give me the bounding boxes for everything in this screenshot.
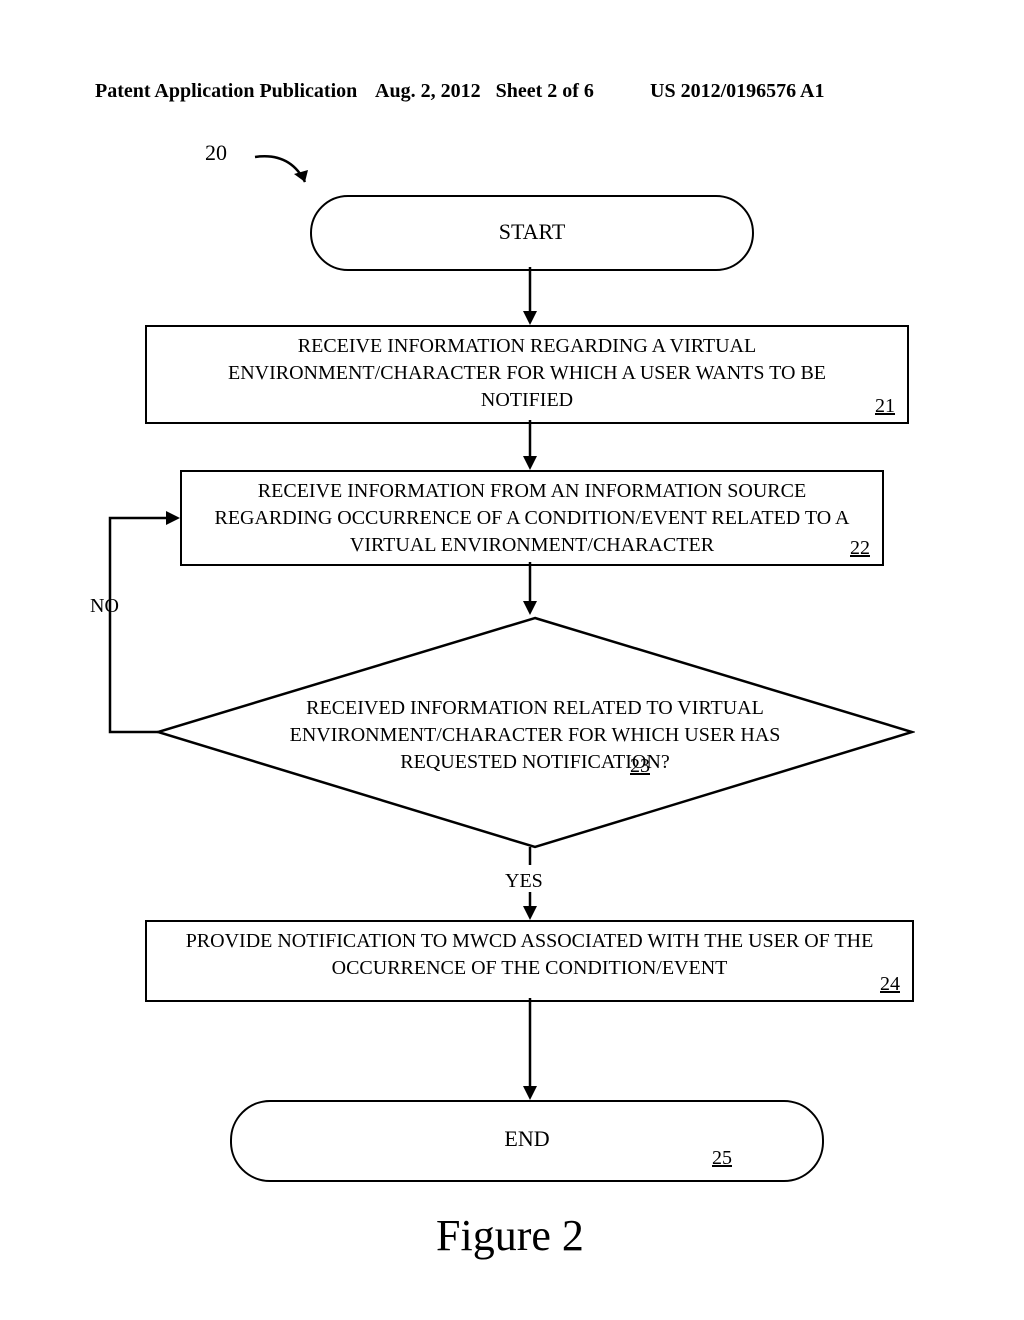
arrow-no-loopback	[100, 510, 190, 740]
step21-line1: RECEIVE INFORMATION REGARDING A VIRTUAL	[298, 335, 756, 357]
page: Patent Application Publication Aug. 2, 2…	[0, 0, 1024, 1320]
decision-23: RECEIVED INFORMATION RELATED TO VIRTUAL …	[155, 615, 915, 850]
start-terminal: START	[310, 195, 754, 271]
decision23-line2: ENVIRONMENT/CHARACTER FOR WHICH USER HAS	[290, 724, 781, 746]
step22-line3: VIRTUAL ENVIRONMENT/CHARACTER	[350, 534, 714, 556]
arrow-22-to-23	[520, 562, 540, 617]
step22-text: RECEIVE INFORMATION FROM AN INFORMATION …	[182, 472, 882, 559]
ref-arrow-icon	[250, 152, 310, 192]
start-label: START	[312, 219, 752, 245]
header-date: Aug. 2, 2012	[375, 80, 481, 102]
step24-line1: PROVIDE NOTIFICATION TO MWCD ASSOCIATED …	[186, 930, 874, 952]
decision23-number: 23	[630, 755, 650, 778]
process-step-24: PROVIDE NOTIFICATION TO MWCD ASSOCIATED …	[145, 920, 914, 1002]
step22-number: 22	[850, 537, 870, 560]
arrow-24-to-end	[520, 998, 540, 1102]
step22-line1: RECEIVE INFORMATION FROM AN INFORMATION …	[258, 480, 806, 502]
process-step-21: RECEIVE INFORMATION REGARDING A VIRTUAL …	[145, 325, 909, 424]
step21-number: 21	[875, 395, 895, 418]
flowchart: 20 START RECEIVE INFORMATION REGARDING A…	[90, 140, 930, 1200]
header-pub-number: US 2012/0196576 A1	[650, 80, 824, 103]
flowchart-ref-number: 20	[205, 140, 227, 166]
arrow-start-to-21	[520, 267, 540, 327]
arrow-21-to-22	[520, 420, 540, 472]
arrow-yes-to-24	[520, 847, 540, 922]
step21-text: RECEIVE INFORMATION REGARDING A VIRTUAL …	[147, 327, 907, 414]
step24-text: PROVIDE NOTIFICATION TO MWCD ASSOCIATED …	[147, 922, 912, 982]
step21-line2: ENVIRONMENT/CHARACTER FOR WHICH A USER W…	[228, 362, 826, 384]
end-label: END	[232, 1126, 822, 1152]
figure-caption: Figure 2	[90, 1210, 930, 1261]
header-date-sheet: Aug. 2, 2012 Sheet 2 of 6	[375, 80, 594, 103]
step22-line2: REGARDING OCCURRENCE OF A CONDITION/EVEN…	[214, 507, 849, 529]
step24-number: 24	[880, 973, 900, 996]
step24-line2: OCCURRENCE OF THE CONDITION/EVENT	[332, 957, 728, 979]
end-number: 25	[712, 1147, 732, 1170]
decision23-line1: RECEIVED INFORMATION RELATED TO VIRTUAL	[306, 697, 764, 719]
header-publication: Patent Application Publication	[95, 80, 357, 103]
end-terminal: END 25	[230, 1100, 824, 1182]
decision23-text: RECEIVED INFORMATION RELATED TO VIRTUAL …	[235, 695, 835, 776]
step21-line3: NOTIFIED	[481, 389, 573, 411]
process-step-22: RECEIVE INFORMATION FROM AN INFORMATION …	[180, 470, 884, 566]
header-sheet: Sheet 2 of 6	[496, 80, 594, 102]
